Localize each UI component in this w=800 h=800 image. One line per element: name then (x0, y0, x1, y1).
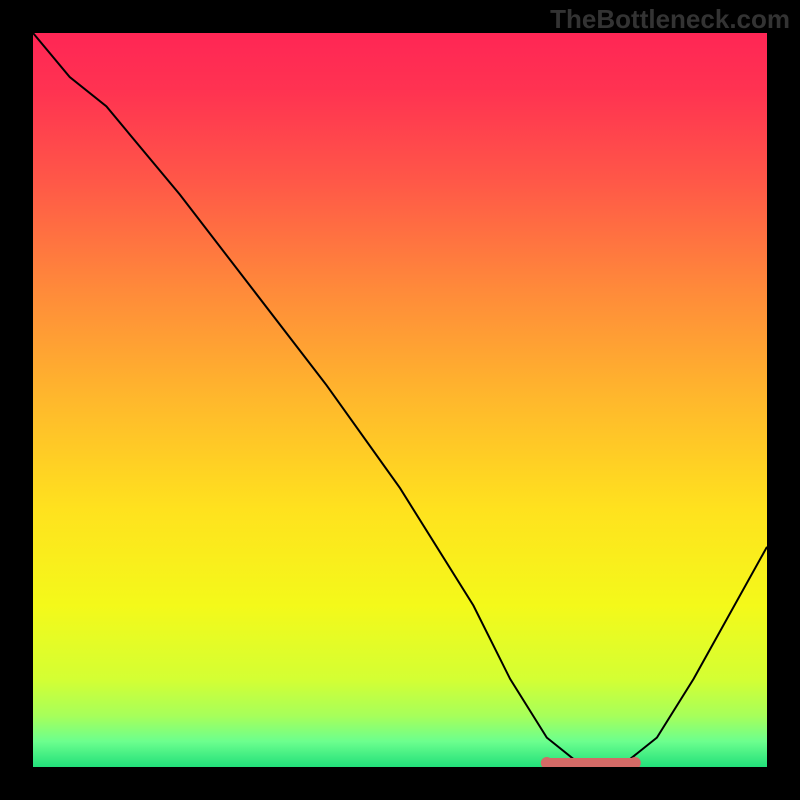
chart-svg (33, 33, 767, 767)
plot-area (33, 33, 767, 767)
gradient-background (33, 33, 767, 767)
chart-container: TheBottleneck.com (0, 0, 800, 800)
watermark-text: TheBottleneck.com (550, 4, 790, 35)
